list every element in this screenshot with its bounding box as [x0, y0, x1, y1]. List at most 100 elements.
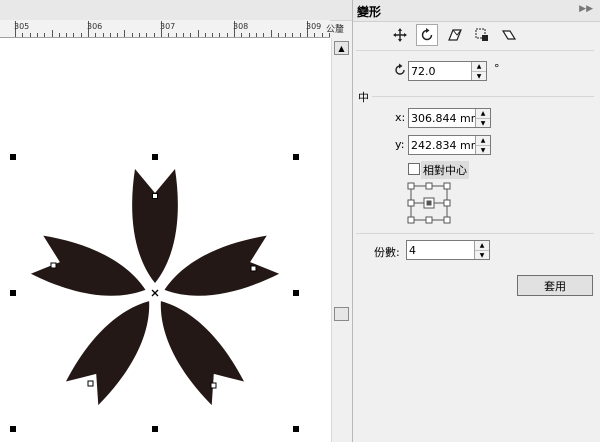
selection-handle[interactable] [293, 290, 299, 296]
petal-shape[interactable] [30, 232, 153, 312]
ruler-tick [95, 33, 96, 37]
copies-spinner[interactable]: ▲▼ [406, 240, 490, 260]
y-stepper[interactable]: ▲ ▼ [475, 136, 490, 154]
rotate-tool-tab[interactable] [416, 24, 438, 46]
selection-handle[interactable] [293, 154, 299, 160]
angle-spinner[interactable]: ▲▼ [408, 61, 487, 81]
petal-drawing[interactable] [0, 38, 331, 442]
degree-unit: ° [494, 62, 500, 75]
ruler-tick [322, 33, 323, 37]
ruler-tick [52, 30, 53, 37]
skew-tool-tab[interactable] [498, 24, 520, 46]
petal-shape[interactable] [132, 169, 178, 283]
ruler-tick [44, 33, 45, 37]
node-marker[interactable] [210, 382, 217, 389]
ruler-tick [154, 33, 155, 37]
ruler-tick [117, 33, 118, 37]
selection-handle[interactable] [10, 290, 16, 296]
drawing-canvas[interactable]: 305 306 307 308 309 公釐 ▲ [0, 0, 352, 442]
scale-mirror-tool-tab[interactable] [444, 24, 466, 46]
selection-handle[interactable] [293, 426, 299, 432]
size-tool-tab[interactable] [471, 24, 493, 46]
ruler-tick [300, 33, 301, 37]
ruler-tick [37, 33, 38, 37]
docker-title: 變形 [357, 5, 382, 19]
ruler-tick [256, 33, 257, 37]
copies-stepper[interactable]: ▲ ▼ [474, 241, 489, 259]
apply-button[interactable]: 套用 [517, 275, 593, 296]
ruler-tick [190, 33, 191, 37]
x-stepper[interactable]: ▲ ▼ [475, 109, 490, 127]
vertical-scrollbar[interactable]: ▲ [331, 38, 352, 442]
horizontal-ruler: 305 306 307 308 309 公釐 [0, 0, 352, 38]
selection-handle[interactable] [152, 154, 158, 160]
ruler-tick [285, 33, 286, 37]
y-label: y: [395, 138, 405, 151]
selection-handle[interactable] [10, 426, 16, 432]
ruler-tick [22, 33, 23, 37]
node-marker[interactable] [250, 265, 257, 272]
ruler-tick [198, 30, 199, 37]
ruler-tick [183, 33, 184, 37]
ruler-tick [146, 33, 147, 37]
scroll-thumb[interactable] [334, 307, 349, 321]
rotation-center-marker[interactable] [151, 289, 159, 297]
y-spinner[interactable]: ▲▼ [408, 135, 491, 155]
selection-handle[interactable] [10, 154, 16, 160]
ruler-tick [263, 33, 264, 37]
ruler-tick [176, 33, 177, 37]
ruler-label: 307 [160, 22, 176, 31]
docker-expand-icon[interactable]: ▶▶ [579, 4, 593, 14]
ruler-tick [219, 33, 220, 37]
position-tool-tab[interactable] [389, 24, 411, 46]
ruler-tick [81, 33, 82, 37]
copies-input[interactable] [409, 242, 475, 258]
ruler-label: 309 [306, 22, 322, 31]
node-marker[interactable] [87, 380, 94, 387]
ruler-tick [212, 33, 213, 37]
divider [372, 96, 594, 97]
relative-center-label[interactable]: 相對中心 [421, 161, 469, 179]
selection-handle[interactable] [152, 426, 158, 432]
x-spinner[interactable]: ▲▼ [408, 108, 491, 128]
ruler-tick [103, 33, 104, 37]
ruler-tick [249, 33, 250, 37]
x-input[interactable] [411, 110, 477, 126]
divider [356, 50, 594, 51]
ruler-tick [271, 30, 272, 37]
angle-stepper[interactable]: ▲ ▼ [471, 62, 486, 80]
angle-input[interactable] [411, 63, 469, 79]
ruler-tick [205, 33, 206, 37]
ruler-tick [30, 33, 31, 37]
ruler-tick [241, 33, 242, 37]
scroll-up-button[interactable]: ▲ [334, 41, 349, 55]
node-marker[interactable] [50, 262, 57, 269]
relative-center-checkbox[interactable] [408, 163, 420, 175]
size-icon [475, 28, 488, 41]
ruler-top-strip [0, 0, 352, 21]
ruler-tick [139, 33, 140, 37]
divider [356, 233, 594, 234]
rotate-icon [421, 28, 433, 41]
ruler-tick [124, 30, 125, 37]
skew-icon [501, 30, 517, 40]
copies-label: 份數: [374, 246, 400, 259]
center-section-label: 中 [358, 91, 369, 104]
ruler-tick [227, 33, 228, 37]
mirror-icon [448, 29, 462, 41]
ruler-tick [292, 33, 293, 37]
ruler-tick [59, 33, 60, 37]
y-input[interactable] [411, 137, 477, 153]
ruler-tick [278, 33, 279, 37]
ruler-unit-label: 公釐 [326, 25, 345, 35]
ruler-tick [110, 33, 111, 37]
ruler-tick [314, 33, 315, 37]
ruler-tick [168, 33, 169, 37]
petal-shape[interactable] [157, 232, 280, 312]
plus-move-icon [393, 28, 407, 42]
node-marker[interactable] [152, 193, 158, 199]
petal-shape[interactable] [63, 287, 168, 407]
x-label: x: [395, 111, 406, 124]
petal-shape[interactable] [142, 287, 247, 407]
anchor-point-grid[interactable] [406, 181, 454, 227]
